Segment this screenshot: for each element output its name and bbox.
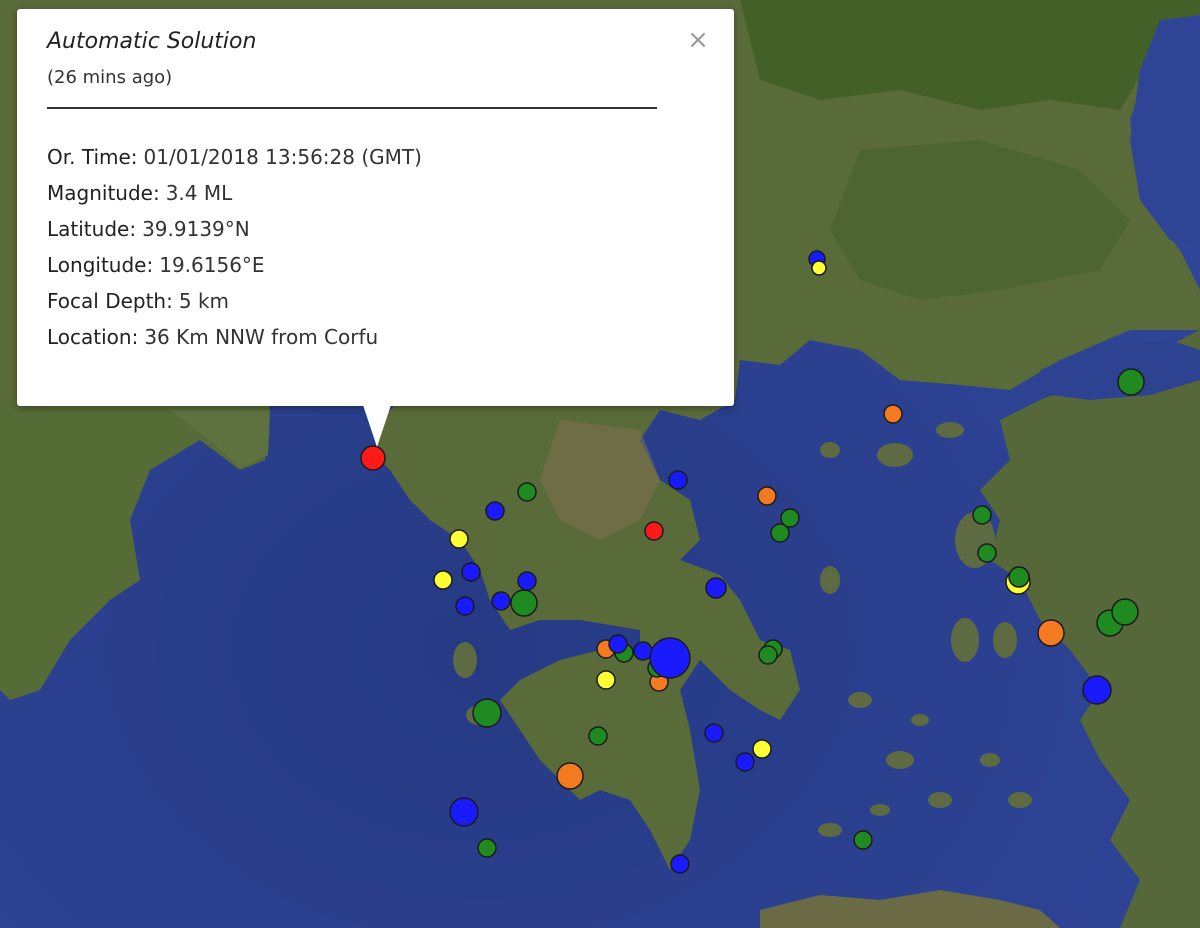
marker-orange[interactable] xyxy=(556,762,584,790)
field-origin-time: Or. Time: 01/01/2018 13:56:28 (GMT) xyxy=(47,143,422,179)
marker-green[interactable] xyxy=(977,543,997,563)
field-longitude: Longitude: 19.6156°E xyxy=(47,251,422,287)
field-latitude: Latitude: 39.9139°N xyxy=(47,215,422,251)
marker-blue[interactable] xyxy=(491,591,511,611)
marker-yellow[interactable] xyxy=(433,570,453,590)
marker-green[interactable] xyxy=(1117,368,1145,396)
marker-yellow[interactable] xyxy=(752,739,772,759)
marker-green[interactable] xyxy=(588,726,608,746)
marker-blue[interactable] xyxy=(517,571,537,591)
field-value: 01/01/2018 13:56:28 (GMT) xyxy=(143,145,422,169)
marker-blue[interactable] xyxy=(668,470,688,490)
close-icon[interactable]: × xyxy=(685,27,711,53)
field-label: Longitude: xyxy=(47,253,154,277)
marker-yellow[interactable] xyxy=(811,260,827,276)
field-label: Or. Time: xyxy=(47,145,138,169)
field-label: Location: xyxy=(47,325,139,349)
field-focal-depth: Focal Depth: 5 km xyxy=(47,287,422,323)
field-value: 19.6156°E xyxy=(159,253,265,277)
field-value: 3.4 ML xyxy=(165,181,233,205)
field-value: 39.9139°N xyxy=(142,217,250,241)
field-value: 5 km xyxy=(178,289,230,313)
marker-orange[interactable] xyxy=(883,404,903,424)
field-label: Magnitude: xyxy=(47,181,160,205)
marker-red[interactable] xyxy=(644,521,664,541)
marker-blue[interactable] xyxy=(461,562,481,582)
marker-green[interactable] xyxy=(758,645,778,665)
popup-pointer xyxy=(363,405,391,447)
marker-green[interactable] xyxy=(853,830,873,850)
popup-info-list: Or. Time: 01/01/2018 13:56:28 (GMT) Magni… xyxy=(47,143,422,359)
marker-selected-red[interactable] xyxy=(360,445,386,471)
marker-blue[interactable] xyxy=(455,596,475,616)
marker-green[interactable] xyxy=(477,838,497,858)
marker-blue[interactable] xyxy=(608,634,628,654)
marker-yellow[interactable] xyxy=(596,670,616,690)
popup-title: Automatic Solution xyxy=(47,29,257,54)
marker-blue[interactable] xyxy=(485,501,505,521)
marker-blue[interactable] xyxy=(705,577,727,599)
marker-green[interactable] xyxy=(770,523,790,543)
marker-green[interactable] xyxy=(510,589,538,617)
popup-divider xyxy=(47,107,657,109)
marker-blue[interactable] xyxy=(449,797,479,827)
marker-green[interactable] xyxy=(517,482,537,502)
marker-blue[interactable] xyxy=(735,752,755,772)
marker-orange[interactable] xyxy=(1037,619,1065,647)
marker-blue[interactable] xyxy=(670,854,690,874)
field-location: Location: 36 Km NNW from Corfu xyxy=(47,323,422,359)
marker-blue[interactable] xyxy=(704,723,724,743)
marker-green[interactable] xyxy=(472,698,502,728)
field-value: 36 Km NNW from Corfu xyxy=(144,325,379,349)
marker-blue[interactable] xyxy=(1082,675,1112,705)
info-popup: × Automatic Solution (26 mins ago) Or. T… xyxy=(17,9,734,447)
marker-green[interactable] xyxy=(972,505,992,525)
marker-green[interactable] xyxy=(1008,566,1030,588)
marker-orange[interactable] xyxy=(757,486,777,506)
field-magnitude: Magnitude: 3.4 ML xyxy=(47,179,422,215)
marker-yellow[interactable] xyxy=(449,529,469,549)
popup-subtitle: (26 mins ago) xyxy=(47,67,173,88)
field-label: Latitude: xyxy=(47,217,137,241)
marker-blue-large[interactable] xyxy=(649,637,691,679)
marker-green[interactable] xyxy=(1111,598,1139,626)
field-label: Focal Depth: xyxy=(47,289,173,313)
